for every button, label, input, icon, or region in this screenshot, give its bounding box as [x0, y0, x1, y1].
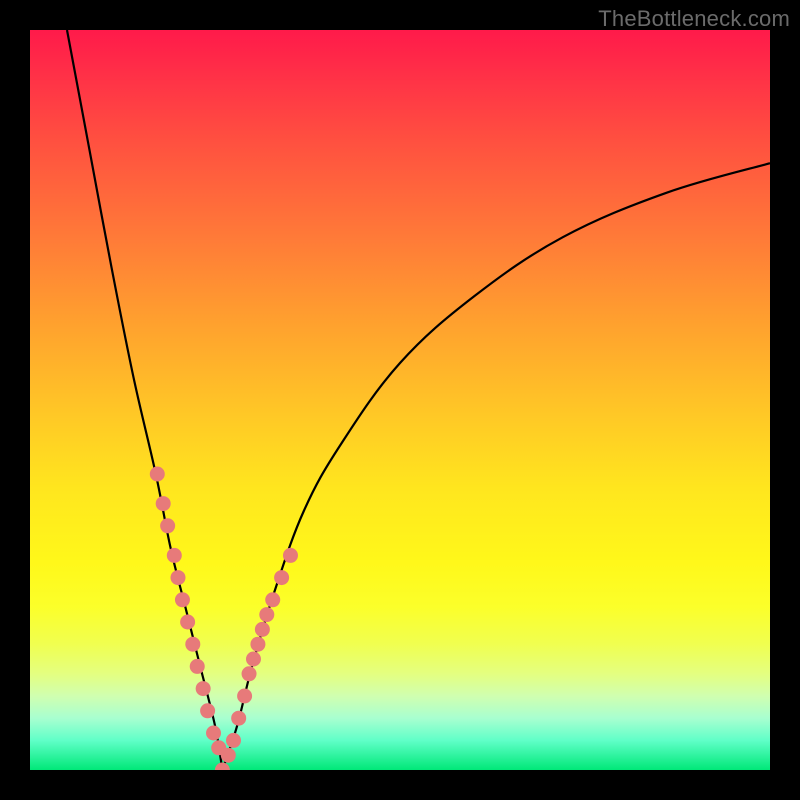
marker-point [274, 570, 289, 585]
marker-point [231, 711, 246, 726]
marker-point [171, 570, 186, 585]
marker-point [250, 637, 265, 652]
marker-point [175, 592, 190, 607]
marker-point [185, 637, 200, 652]
left-curve [67, 30, 222, 770]
marker-point [255, 622, 270, 637]
marker-point [156, 496, 171, 511]
right-curve [222, 163, 770, 770]
marker-point [283, 548, 298, 563]
marker-point [259, 607, 274, 622]
marker-point [190, 659, 205, 674]
marker-point [246, 652, 261, 667]
marker-point [150, 467, 165, 482]
marker-point [206, 726, 221, 741]
plot-area [30, 30, 770, 770]
watermark-text: TheBottleneck.com [598, 6, 790, 32]
curve-layer [30, 30, 770, 770]
chart-frame: TheBottleneck.com [0, 0, 800, 800]
marker-point [221, 748, 236, 763]
marker-group [150, 467, 298, 771]
marker-point [215, 763, 230, 771]
marker-point [167, 548, 182, 563]
marker-point [237, 689, 252, 704]
marker-point [160, 518, 175, 533]
marker-point [226, 733, 241, 748]
marker-point [196, 681, 211, 696]
marker-point [242, 666, 257, 681]
marker-point [265, 592, 280, 607]
marker-point [200, 703, 215, 718]
marker-point [180, 615, 195, 630]
